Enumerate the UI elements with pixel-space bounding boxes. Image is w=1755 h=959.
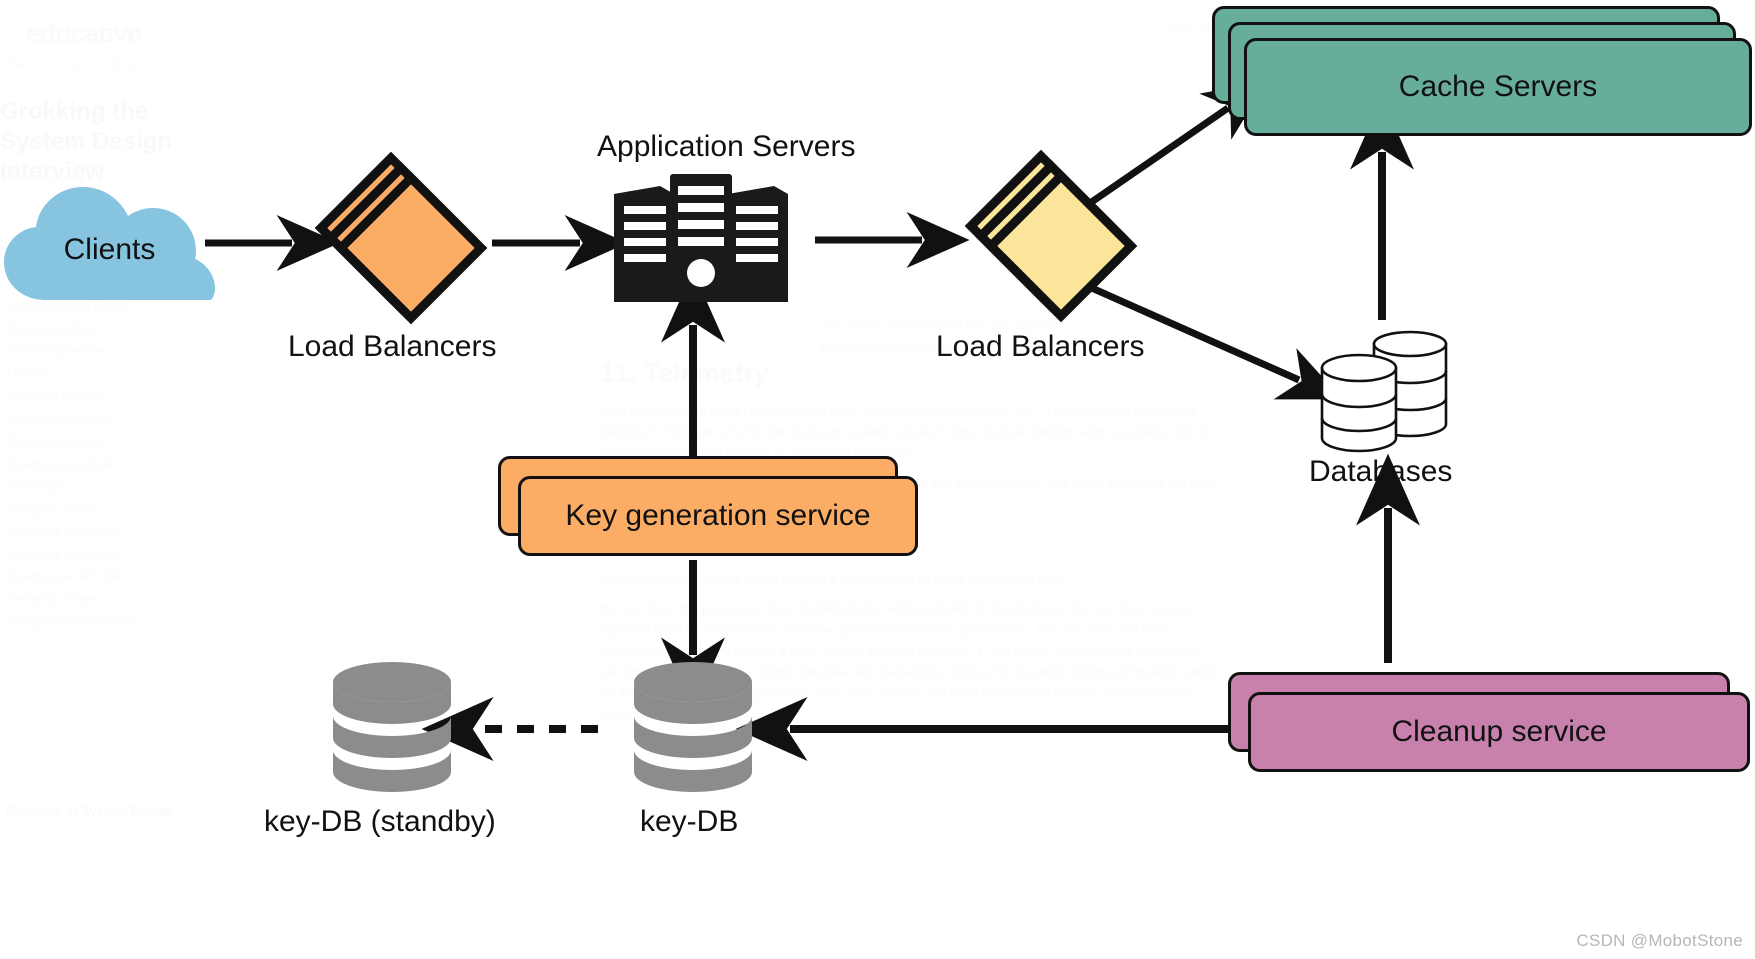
- node-load-balancers-right[interactable]: [964, 149, 1145, 341]
- node-label-cleanup-service: Cleanup service: [1391, 715, 1607, 748]
- node-cleanup-service[interactable]: Cleanup service: [1228, 672, 1750, 772]
- node-label-key-db-standby: key-DB (standby): [264, 805, 496, 838]
- node-clients[interactable]: Clients: [2, 182, 217, 304]
- database-icon: [634, 662, 752, 792]
- node-application-servers[interactable]: [608, 172, 794, 304]
- node-label-key-generation-service: Key generation service: [565, 499, 871, 532]
- node-databases[interactable]: [1318, 326, 1450, 459]
- stacked-diamond-icon: [314, 151, 488, 325]
- stack-layer-front: Cache Servers: [1244, 38, 1752, 136]
- node-label-clients: Clients: [63, 233, 156, 266]
- csdn-watermark: CSDN @MobotStone: [1576, 931, 1743, 950]
- node-label-load-balancers-right: Load Balancers: [936, 330, 1145, 363]
- node-label-key-db: key-DB: [640, 805, 739, 838]
- node-label-application-servers: Application Servers: [597, 130, 856, 163]
- node-label-databases: Databases: [1309, 455, 1453, 488]
- node-key-db-standby[interactable]: [329, 660, 455, 803]
- node-key-generation-service[interactable]: Key generation service: [498, 456, 918, 556]
- server-rack-icon: [614, 174, 788, 302]
- node-key-db[interactable]: [630, 660, 756, 803]
- node-label-load-balancers-left: Load Balancers: [288, 330, 497, 363]
- database-cluster-icon: [1320, 330, 1448, 453]
- database-icon: [333, 662, 451, 792]
- node-load-balancers-left[interactable]: [314, 151, 495, 343]
- node-label-cache-servers: Cache Servers: [1398, 70, 1598, 103]
- stack-layer-front: Cleanup service: [1248, 692, 1750, 772]
- stacked-diamond-icon: [964, 149, 1138, 323]
- stack-layer-front: Key generation service: [518, 476, 918, 556]
- diagram-canvas: educative Back To Course Outline Grokkin…: [0, 0, 1755, 959]
- node-cache-servers[interactable]: Cache Servers: [1212, 6, 1752, 136]
